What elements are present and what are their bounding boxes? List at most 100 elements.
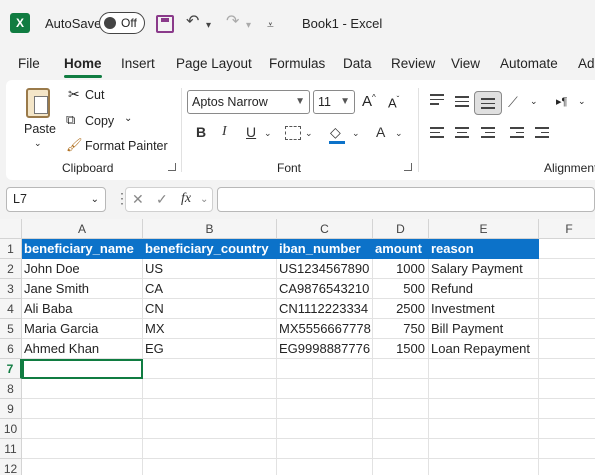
align-left-icon[interactable]	[430, 127, 444, 141]
empty-cell[interactable]	[539, 359, 595, 379]
copy-button[interactable]: Copy	[85, 114, 114, 128]
column-header-a[interactable]: A	[22, 219, 143, 239]
table-cell[interactable]: Investment	[429, 299, 539, 319]
paste-button[interactable]: Paste	[24, 122, 56, 136]
empty-cell[interactable]	[143, 459, 277, 475]
empty-cell[interactable]	[373, 459, 429, 475]
row-header-7[interactable]: 7	[0, 359, 22, 379]
name-box[interactable]: L7 ⌄	[6, 187, 106, 212]
font-name-select[interactable]: Aptos Narrow ▼	[187, 90, 310, 114]
empty-cell[interactable]	[539, 379, 595, 399]
table-cell[interactable]: MX	[143, 319, 277, 339]
cancel-icon[interactable]: ✕	[132, 191, 144, 208]
empty-cell[interactable]	[429, 399, 539, 419]
insert-function-icon[interactable]: fx	[181, 191, 191, 207]
select-all-corner[interactable]	[0, 219, 22, 239]
autosave-toggle[interactable]: Off	[99, 12, 145, 34]
table-cell[interactable]: CA9876543210	[277, 279, 373, 299]
table-cell[interactable]: Jane Smith	[22, 279, 143, 299]
format-painter-icon[interactable]: 🖌	[66, 137, 83, 153]
chevron-down-icon[interactable]: ⌄	[200, 194, 208, 205]
row-header-5[interactable]: 5	[0, 319, 22, 339]
empty-cell[interactable]	[429, 359, 539, 379]
formula-input[interactable]	[217, 187, 595, 212]
redo-dropdown-icon[interactable]: ▾	[246, 16, 251, 36]
table-cell[interactable]: CN	[143, 299, 277, 319]
table-cell[interactable]: US1234567890	[277, 259, 373, 279]
row-header-9[interactable]: 9	[0, 399, 22, 419]
table-cell[interactable]: Maria Garcia	[22, 319, 143, 339]
tab-add-ins[interactable]: Ad	[578, 56, 595, 71]
save-icon[interactable]	[156, 15, 174, 33]
italic-button[interactable]: I	[222, 124, 227, 140]
table-cell[interactable]: CA	[143, 279, 277, 299]
align-center-icon[interactable]	[455, 127, 469, 141]
table-cell[interactable]: John Doe	[22, 259, 143, 279]
empty-cell[interactable]	[373, 399, 429, 419]
table-cell[interactable]: 2500	[373, 299, 429, 319]
align-middle-icon[interactable]	[455, 96, 469, 110]
spreadsheet-grid[interactable]: A B C D E F 1 beneficiary_name beneficiary_count…	[0, 219, 595, 475]
table-header-cell[interactable]: amount	[373, 239, 429, 259]
align-top-icon[interactable]	[430, 94, 444, 108]
table-cell[interactable]: 1000	[373, 259, 429, 279]
column-header-f[interactable]: F	[539, 219, 595, 239]
row-header-11[interactable]: 11	[0, 439, 22, 459]
orientation-dropdown-icon[interactable]: ⌄	[530, 96, 538, 107]
borders-dropdown-icon[interactable]: ⌄	[305, 128, 313, 139]
copy-dropdown-icon[interactable]: ⌄	[124, 113, 132, 124]
empty-cell[interactable]	[539, 439, 595, 459]
wrap-dropdown-icon[interactable]: ⌄	[578, 96, 586, 107]
borders-icon[interactable]	[285, 126, 301, 140]
empty-cell[interactable]	[143, 439, 277, 459]
active-cell[interactable]	[22, 359, 143, 379]
empty-cell[interactable]	[22, 399, 143, 419]
font-color-dropdown-icon[interactable]: ⌄	[395, 128, 403, 139]
tab-file[interactable]: File	[18, 56, 40, 71]
customize-qat-icon[interactable]: ⩡	[267, 15, 274, 35]
table-cell[interactable]: EG9998887776	[277, 339, 373, 359]
format-painter-button[interactable]: Format Painter	[85, 139, 168, 153]
table-cell[interactable]: Bill Payment	[429, 319, 539, 339]
tab-formulas[interactable]: Formulas	[269, 56, 325, 71]
fill-color-dropdown-icon[interactable]: ⌄	[352, 128, 360, 139]
table-cell[interactable]: Loan Repayment	[429, 339, 539, 359]
decrease-indent-icon[interactable]	[510, 127, 524, 141]
empty-cell[interactable]	[22, 379, 143, 399]
empty-cell[interactable]	[143, 419, 277, 439]
empty-cell[interactable]	[373, 439, 429, 459]
empty-cell[interactable]	[277, 399, 373, 419]
column-header-d[interactable]: D	[373, 219, 429, 239]
column-header-c[interactable]: C	[277, 219, 373, 239]
fill-color-icon[interactable]: ◇	[330, 124, 341, 141]
table-cell[interactable]: Ahmed Khan	[22, 339, 143, 359]
table-cell[interactable]: US	[143, 259, 277, 279]
redo-icon[interactable]: ↷	[226, 12, 239, 32]
underline-button[interactable]: U	[246, 124, 256, 140]
empty-cell[interactable]	[143, 399, 277, 419]
empty-cell[interactable]	[539, 239, 595, 259]
row-header-12[interactable]: 12	[0, 459, 22, 475]
empty-cell[interactable]	[277, 439, 373, 459]
tab-review[interactable]: Review	[391, 56, 435, 71]
paste-dropdown-icon[interactable]: ⌄	[34, 138, 42, 149]
cut-button[interactable]: Cut	[85, 88, 104, 102]
empty-cell[interactable]	[539, 399, 595, 419]
row-header-4[interactable]: 4	[0, 299, 22, 319]
copy-icon[interactable]: ⧉	[66, 112, 75, 128]
table-cell[interactable]: 500	[373, 279, 429, 299]
row-header-6[interactable]: 6	[0, 339, 22, 359]
empty-cell[interactable]	[429, 439, 539, 459]
wrap-text-icon[interactable]: ▸¶	[556, 95, 567, 108]
empty-cell[interactable]	[277, 419, 373, 439]
table-cell[interactable]: Salary Payment	[429, 259, 539, 279]
empty-cell[interactable]	[373, 379, 429, 399]
table-cell[interactable]: 1500	[373, 339, 429, 359]
cut-icon[interactable]: ✂	[68, 86, 80, 103]
empty-cell[interactable]	[539, 459, 595, 475]
undo-icon[interactable]: ↶	[186, 12, 199, 32]
table-header-cell[interactable]: beneficiary_country	[143, 239, 277, 259]
undo-dropdown-icon[interactable]: ▾	[206, 16, 211, 36]
table-cell[interactable]: Ali Baba	[22, 299, 143, 319]
tab-view[interactable]: View	[451, 56, 480, 71]
